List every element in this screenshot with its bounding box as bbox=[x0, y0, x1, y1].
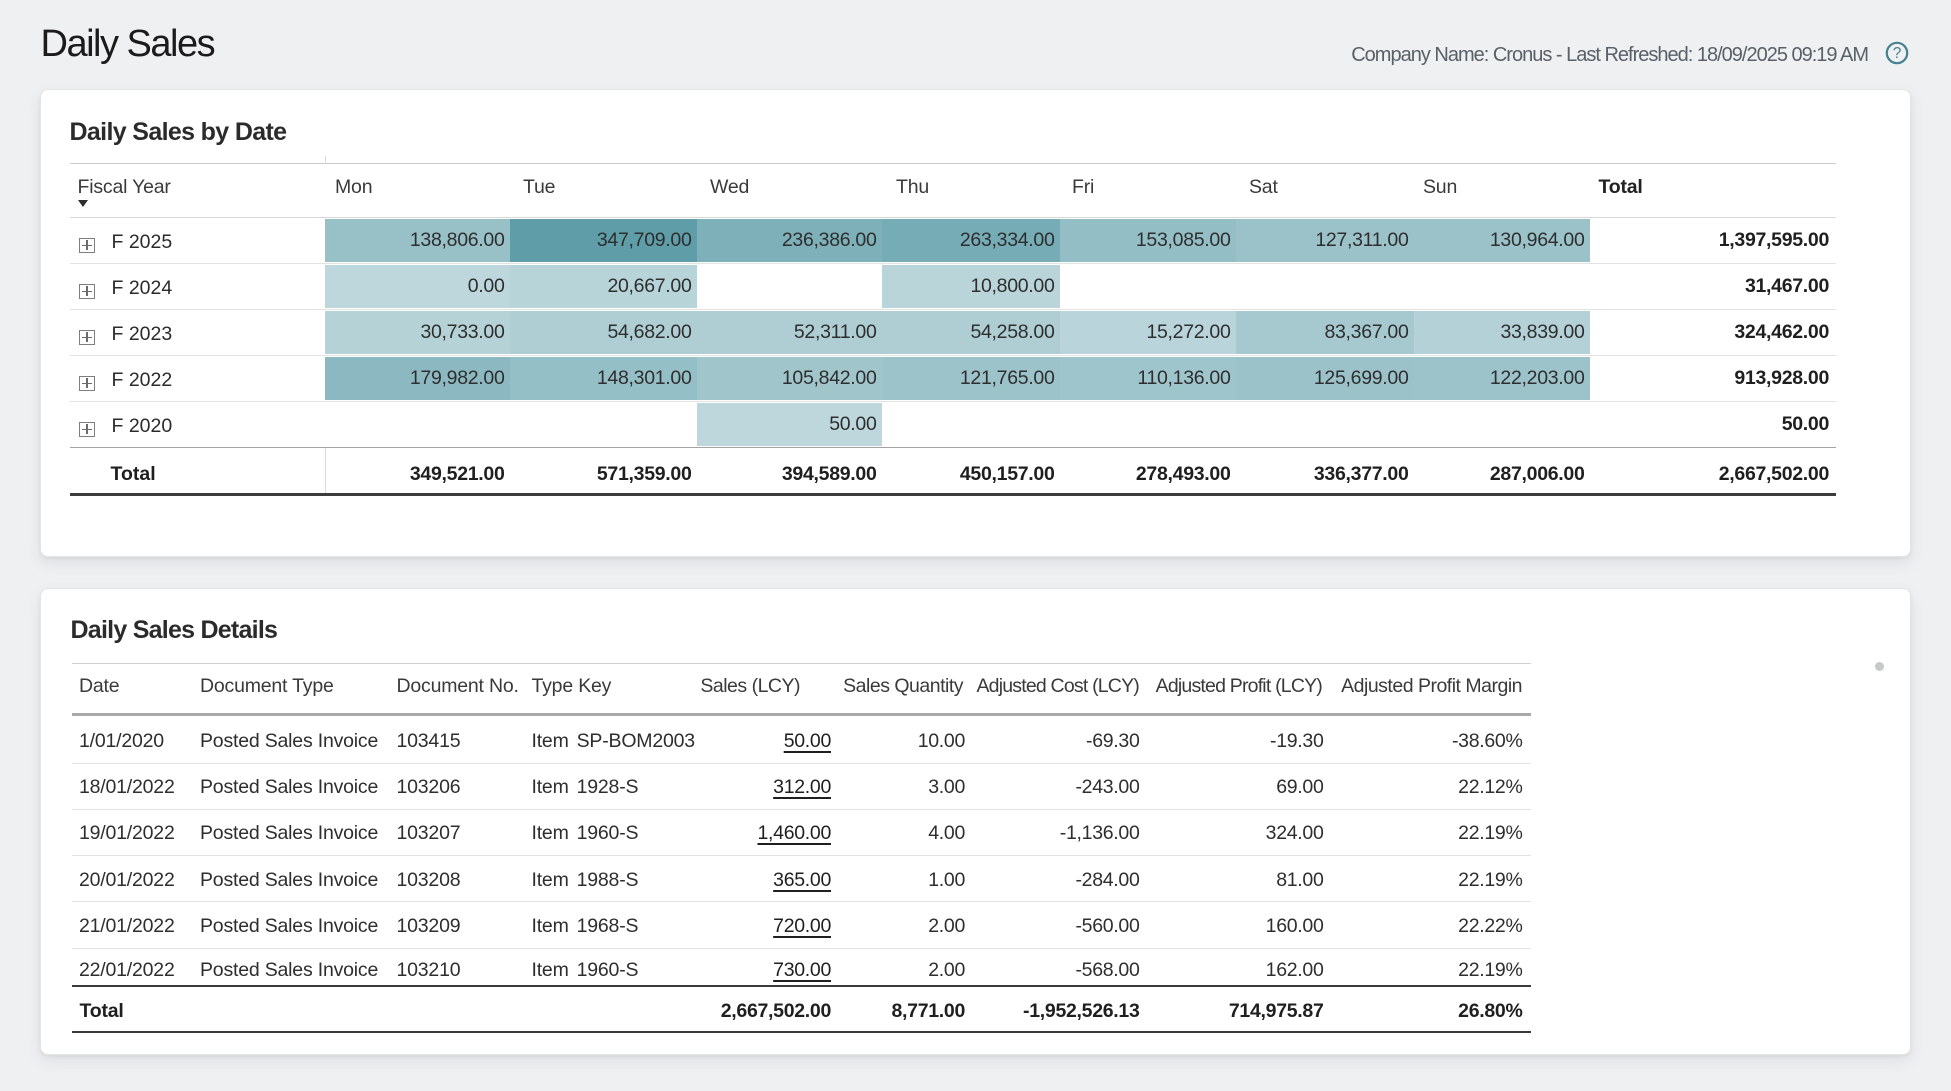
svg-text:?: ? bbox=[1893, 45, 1902, 62]
